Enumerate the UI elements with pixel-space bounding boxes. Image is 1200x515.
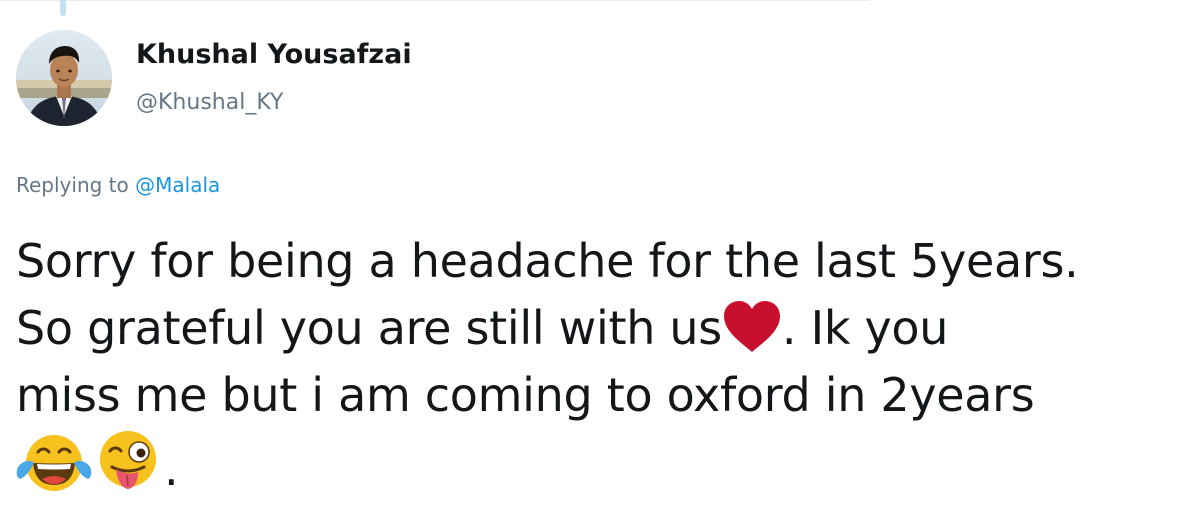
author-handle[interactable]: @Khushal_KY (136, 88, 412, 118)
tweet-card: Khushal Yousafzai @Khushal_KY Replying t… (0, 0, 1200, 515)
tweet-text-line-1: Sorry for being a headache for the last … (16, 234, 1079, 288)
replying-to-line: Replying to @Malala (16, 170, 220, 200)
winking-face-with-tongue-icon (92, 429, 164, 495)
reply-mention-link[interactable]: @Malala (135, 173, 220, 197)
red-heart-icon (722, 300, 782, 354)
avatar[interactable] (16, 30, 112, 126)
replying-to-label: Replying to (16, 173, 129, 197)
face-with-tears-of-joy-icon (16, 433, 92, 495)
tweet-text-line-4-end: . (164, 442, 179, 496)
tweet-text-line-3: miss me but i am coming to oxford in 2ye… (16, 368, 1035, 422)
profile-photo-icon (16, 30, 112, 126)
author-names: Khushal Yousafzai @Khushal_KY (136, 38, 412, 118)
tweet-text-line-2: So grateful you are still with us . Ik yo… (16, 295, 1196, 362)
author-display-name[interactable]: Khushal Yousafzai (136, 38, 412, 72)
tweet-text-line-2-start: So grateful you are still with us (16, 301, 722, 355)
tweet-header: Khushal Yousafzai @Khushal_KY (16, 28, 412, 128)
tweet-text-line-4: . (16, 429, 1196, 503)
tweet-text-line-2-end: . Ik you (781, 301, 949, 355)
tweet-text: Sorry for being a headache for the last … (16, 228, 1196, 503)
